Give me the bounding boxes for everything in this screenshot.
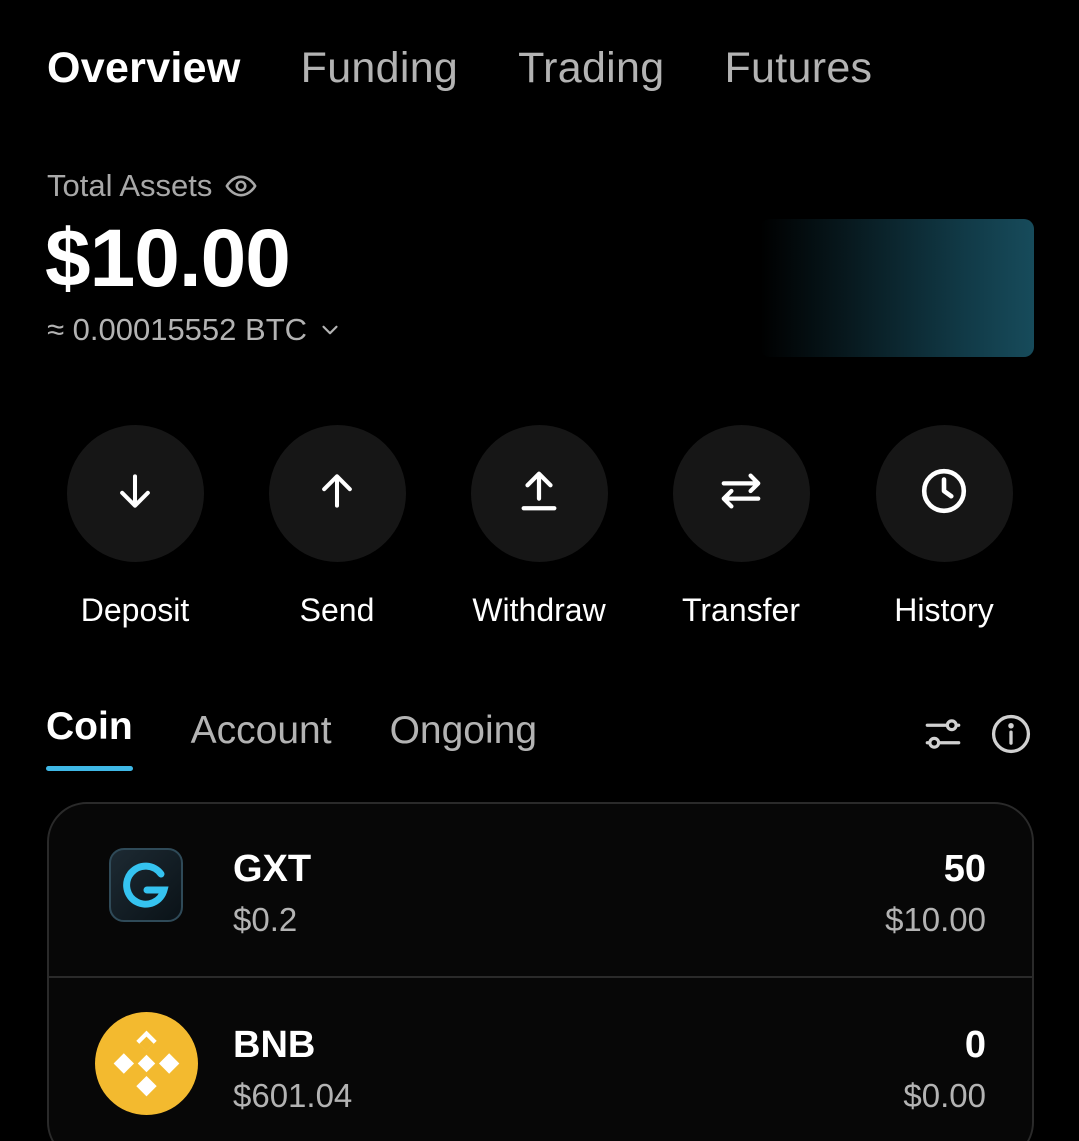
bnb-logo: [95, 1012, 198, 1115]
total-assets-header: Total Assets: [47, 168, 258, 204]
transfer-button[interactable]: Transfer: [641, 425, 841, 629]
coin-symbol: GXT: [233, 848, 312, 890]
tab-ongoing[interactable]: Ongoing: [390, 709, 537, 771]
clock-icon: [919, 466, 969, 521]
asset-view-tabs: Coin Account Ongoing: [46, 705, 537, 771]
list-item-bnb[interactable]: BNB $601.04 0 $0.00: [49, 976, 1032, 1141]
tab-futures[interactable]: Futures: [724, 44, 872, 93]
info-icon[interactable]: [989, 712, 1033, 756]
total-balance: $10.00: [45, 213, 291, 304]
withdraw-button[interactable]: Withdraw: [439, 425, 639, 629]
tab-overview[interactable]: Overview: [47, 44, 241, 93]
swap-arrows-icon: [718, 468, 764, 519]
btc-equivalent-value: ≈ 0.00015552 BTC: [47, 312, 308, 347]
coin-symbol: BNB: [233, 1024, 316, 1066]
history-icon-circle: [875, 425, 1013, 562]
send-button[interactable]: Send: [237, 425, 437, 629]
tab-trading[interactable]: Trading: [518, 44, 664, 93]
btc-equivalent-selector[interactable]: ≈ 0.00015552 BTC: [47, 312, 343, 348]
coin-amount: 50: [943, 848, 986, 890]
filter-icon[interactable]: [922, 713, 964, 755]
coin-price: $0.2: [233, 901, 298, 938]
tab-account[interactable]: Account: [191, 709, 332, 771]
withdraw-icon-circle: [470, 425, 608, 562]
history-button[interactable]: History: [844, 425, 1044, 629]
account-type-tabs: Overview Funding Trading Futures: [47, 44, 872, 93]
eye-icon[interactable]: [224, 169, 258, 203]
tab-funding[interactable]: Funding: [301, 44, 459, 93]
chevron-down-icon: [317, 317, 343, 343]
withdraw-label: Withdraw: [472, 592, 606, 628]
send-icon-circle: [268, 425, 406, 562]
deposit-icon-circle: [66, 425, 204, 562]
transfer-label: Transfer: [682, 592, 800, 628]
coin-price: $601.04: [233, 1077, 353, 1114]
list-item-gxt[interactable]: GXT $0.2 50 $10.00: [49, 804, 1032, 976]
arrow-up-icon: [315, 469, 359, 518]
coin-value: $10.00: [885, 901, 986, 938]
send-label: Send: [299, 592, 375, 628]
coin-list: GXT $0.2 50 $10.00 BNB $601.04 0 $0.00: [47, 802, 1034, 1141]
tab-coin[interactable]: Coin: [46, 705, 133, 771]
total-assets-label: Total Assets: [47, 168, 213, 203]
arrow-down-icon: [113, 469, 157, 518]
history-label: History: [894, 592, 994, 628]
upload-icon: [516, 468, 562, 519]
coin-value: $0.00: [903, 1077, 986, 1114]
coin-amount: 0: [964, 1024, 986, 1066]
transfer-icon-circle: [672, 425, 810, 562]
promo-banner[interactable]: [760, 219, 1034, 357]
deposit-label: Deposit: [80, 592, 190, 628]
deposit-button[interactable]: Deposit: [35, 425, 235, 629]
gxt-logo: [109, 848, 183, 922]
